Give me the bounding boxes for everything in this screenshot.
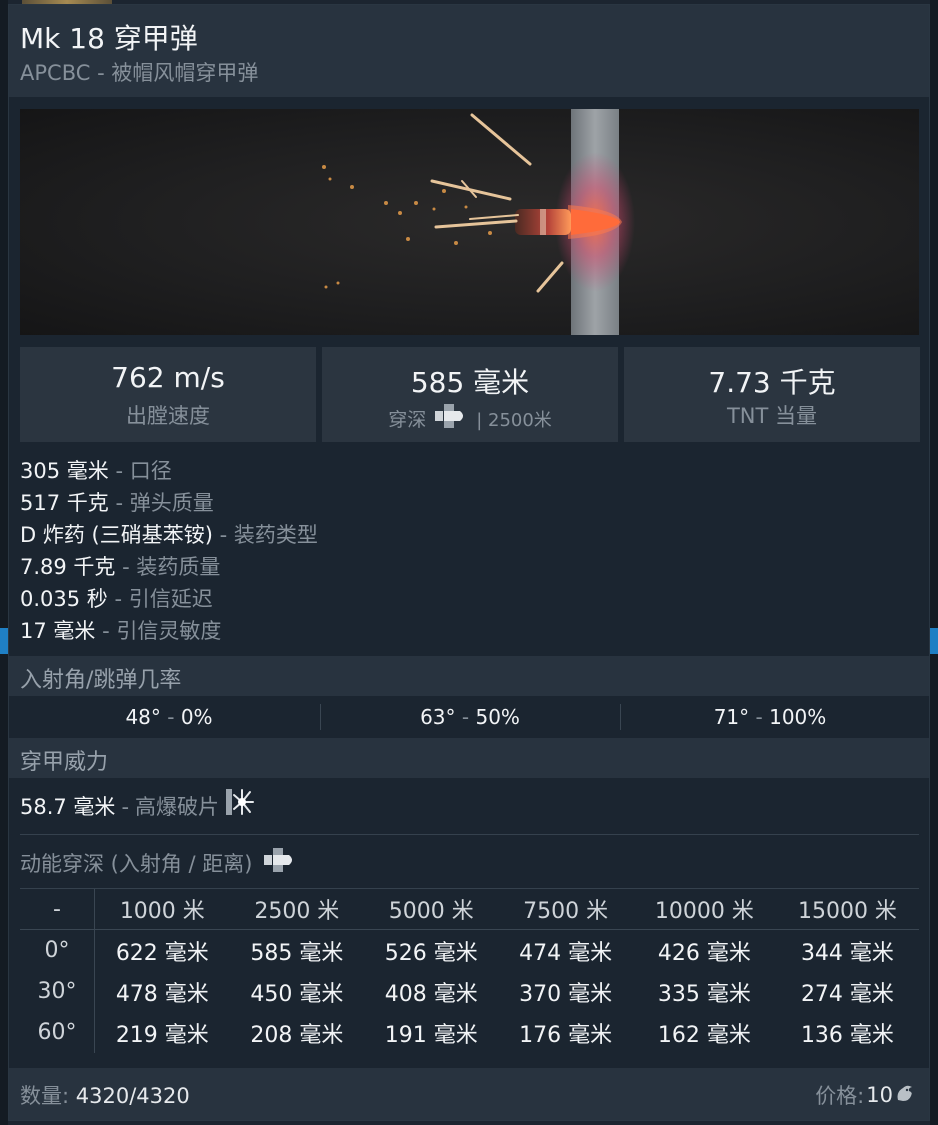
ricochet-item: 48° - 0% bbox=[125, 705, 213, 729]
distance-header: 10000 米 bbox=[632, 889, 776, 930]
penetration-cell: 176 毫米 bbox=[519, 1022, 613, 1048]
ricochet-section-header: 入射角/跳弹几率 bbox=[9, 656, 929, 696]
distance-header: 15000 米 bbox=[775, 889, 919, 930]
property-fuse-delay: 0.035 秒 - 引信延迟 bbox=[20, 587, 213, 611]
penetration-distance: | 2500米 bbox=[476, 409, 552, 431]
penetration-cell: 370 毫米 bbox=[519, 981, 613, 1007]
penetration-cell: 274 毫米 bbox=[800, 981, 894, 1007]
penetration-cell: 335 毫米 bbox=[657, 981, 751, 1007]
ammo-price: 价格: 10 bbox=[815, 1080, 915, 1110]
distance-header: 1000 米 bbox=[94, 889, 230, 930]
angle-cell: 0° bbox=[20, 929, 95, 971]
kinetic-penetration-title: 动能穿深 (入射角 / 距离) bbox=[20, 845, 297, 880]
table-row: 30° 478 毫米 450 毫米 408 毫米 370 毫米 335 毫米 2… bbox=[20, 971, 919, 1012]
property-fuse-sensitivity: 17 毫米 - 引信灵敏度 bbox=[20, 619, 222, 643]
ricochet-title: 入射角/跳弹几率 bbox=[20, 668, 182, 693]
penetration-cell: 408 毫米 bbox=[384, 981, 478, 1007]
tnt-equivalent-stat: 7.73 千克 TNT 当量 bbox=[624, 347, 920, 442]
shell-type: APCBC - 被帽风帽穿甲弹 bbox=[20, 61, 259, 85]
distance-header: 7500 米 bbox=[498, 889, 633, 930]
shell-penetration-icon bbox=[434, 401, 468, 436]
penetration-preview-image bbox=[20, 109, 919, 335]
penetration-cell: 219 毫米 bbox=[115, 1022, 209, 1048]
tooltip-header: Mk 18 穿甲弹 APCBC - 被帽风帽穿甲弹 bbox=[9, 5, 929, 97]
ricochet-item: 71° - 100% bbox=[713, 705, 827, 729]
penetration-cell: 474 毫米 bbox=[519, 940, 613, 966]
ammo-quantity: 数量: 4320/4320 bbox=[20, 1084, 190, 1108]
distance-header: 2500 米 bbox=[229, 889, 365, 930]
penetration-cell: 344 毫米 bbox=[800, 940, 894, 966]
shell-properties: 305 毫米 - 口径 517 千克 - 弹头质量 D 炸药 (三硝基苯铵) -… bbox=[20, 455, 318, 647]
property-explosive-mass: 7.89 千克 - 装药质量 bbox=[20, 555, 221, 579]
penetration-cell: 450 毫米 bbox=[250, 981, 344, 1007]
angle-cell: 60° bbox=[20, 1012, 95, 1053]
table-row: 60° 219 毫米 208 毫米 191 毫米 176 毫米 162 毫米 1… bbox=[20, 1012, 919, 1053]
he-fragment-icon bbox=[225, 787, 255, 828]
kinetic-penetration-table: - 1000 米 2500 米 5000 米 7500 米 10000 米 15… bbox=[20, 889, 919, 1053]
penetration-cell: 136 毫米 bbox=[800, 1022, 894, 1048]
armor-power-title: 穿甲威力 bbox=[20, 750, 109, 775]
table-header-row: - 1000 米 2500 米 5000 米 7500 米 10000 米 15… bbox=[20, 889, 919, 930]
he-fragment-penetration: 58.7 毫米 - 高爆破片 bbox=[20, 787, 255, 828]
penetration-cell: 478 毫米 bbox=[115, 981, 209, 1007]
kinetic-shell-icon bbox=[263, 845, 297, 880]
ricochet-row: 48° - 0% 63° - 50% 71° - 100% bbox=[9, 698, 929, 736]
penetration-stat: 585 毫米 穿深 | 2500米 bbox=[322, 347, 618, 442]
penetration-cell: 208 毫米 bbox=[250, 1022, 344, 1048]
penetration-cell: 191 毫米 bbox=[384, 1022, 478, 1048]
penetration-label: 穿深 bbox=[388, 409, 427, 431]
table-corner: - bbox=[20, 889, 95, 930]
property-explosive-type: D 炸药 (三硝基苯铵) - 装药类型 bbox=[20, 523, 318, 547]
distance-header: 5000 米 bbox=[364, 889, 499, 930]
muzzle-velocity-label: 出膛速度 bbox=[126, 404, 210, 428]
tnt-equivalent-value: 7.73 千克 bbox=[708, 366, 836, 399]
shell-name: Mk 18 穿甲弹 bbox=[20, 22, 198, 55]
penetration-value: 585 毫米 bbox=[410, 366, 530, 399]
property-projectile-mass: 517 千克 - 弹头质量 bbox=[20, 491, 214, 515]
muzzle-velocity-stat: 762 m/s 出膛速度 bbox=[20, 347, 316, 442]
silver-lions-icon bbox=[895, 1082, 915, 1109]
property-caliber: 305 毫米 - 口径 bbox=[20, 459, 172, 483]
penetration-cell: 426 毫米 bbox=[657, 940, 751, 966]
penetration-cell: 622 毫米 bbox=[115, 940, 209, 966]
muzzle-velocity-value: 762 m/s bbox=[111, 361, 225, 394]
tooltip-footer: 数量: 4320/4320 价格: 10 bbox=[9, 1068, 929, 1120]
armor-power-section-header: 穿甲威力 bbox=[9, 738, 929, 778]
penetration-cell: 526 毫米 bbox=[384, 940, 478, 966]
shell-tooltip: Mk 18 穿甲弹 APCBC - 被帽风帽穿甲弹 762 m/s 出膛速度 5… bbox=[8, 4, 930, 1121]
tnt-equivalent-label: TNT 当量 bbox=[726, 404, 818, 428]
angle-cell: 30° bbox=[20, 971, 95, 1012]
ricochet-item: 63° - 50% bbox=[420, 705, 520, 729]
table-row: 0° 622 毫米 585 毫米 526 毫米 474 毫米 426 毫米 34… bbox=[20, 929, 919, 971]
penetration-cell: 585 毫米 bbox=[250, 940, 344, 966]
penetration-cell: 162 毫米 bbox=[657, 1022, 751, 1048]
